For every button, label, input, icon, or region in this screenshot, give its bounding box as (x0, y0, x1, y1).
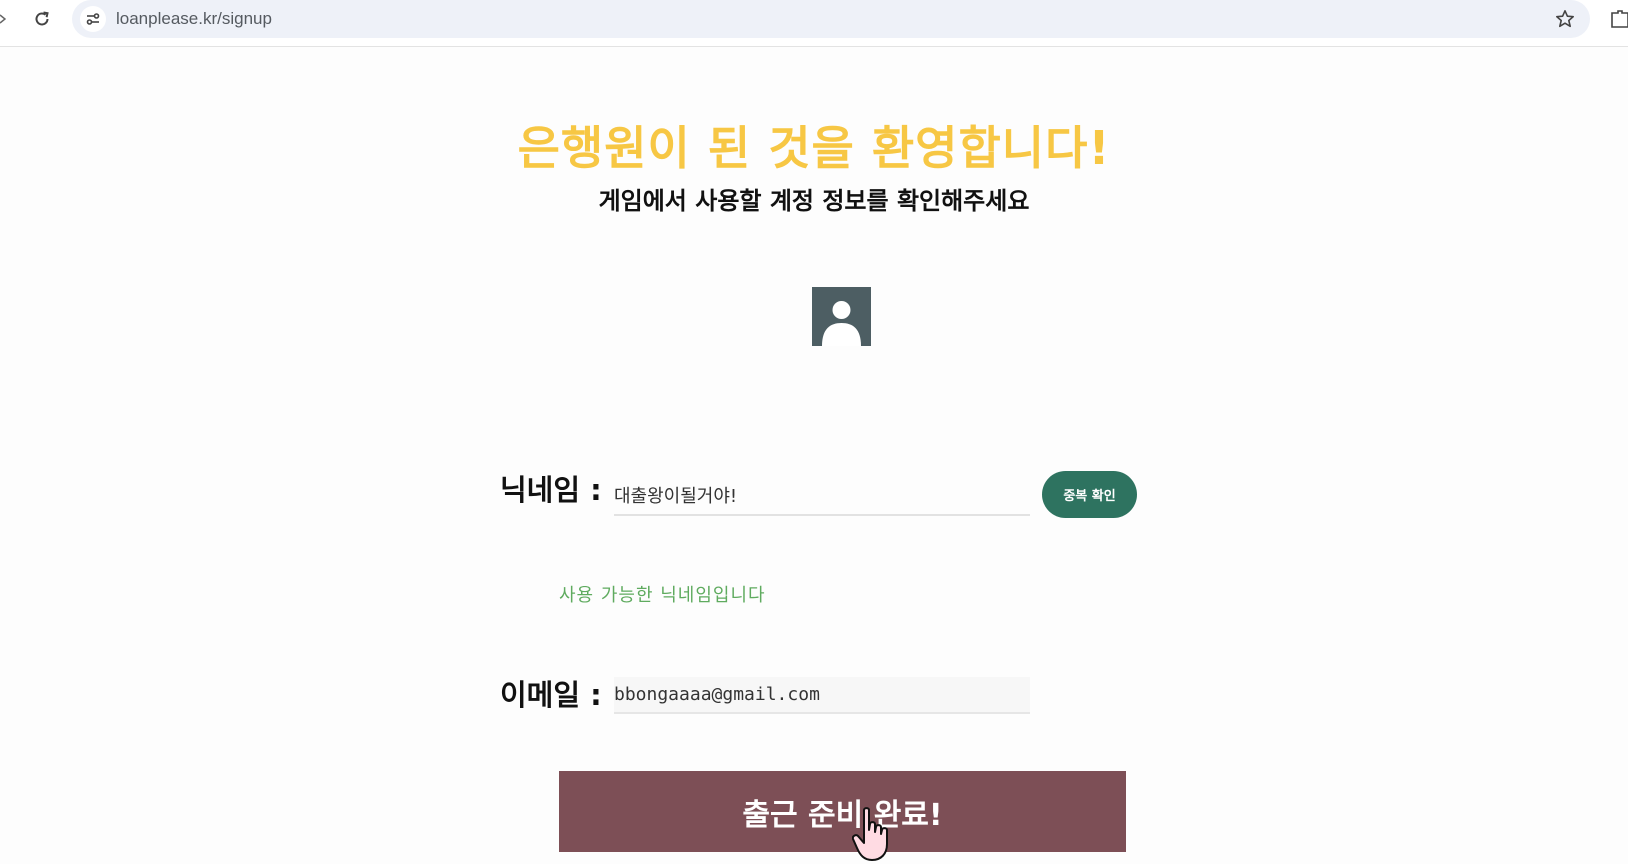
browser-toolbar: loanplease.kr/signup (0, 0, 1628, 47)
site-info-icon[interactable] (80, 6, 106, 32)
url-text[interactable]: loanplease.kr/signup (116, 9, 272, 29)
duplicate-check-button[interactable]: 중복 확인 (1042, 471, 1137, 518)
nickname-status-message: 사용 가능한 닉네임입니다 (559, 585, 766, 606)
page-title: 은행원이 된 것을 환영합니다! (517, 121, 1111, 175)
email-label: 이메일 : (500, 678, 602, 712)
nickname-label: 닉네임 : (500, 473, 602, 507)
back-arrow-icon[interactable] (0, 12, 6, 26)
star-icon[interactable] (1554, 8, 1576, 30)
address-bar[interactable]: loanplease.kr/signup (72, 0, 1590, 38)
signup-page: loanplease.kr/signup 은행원이 된 것을 환영합니다! 게임… (0, 0, 1628, 864)
email-input[interactable] (614, 677, 1030, 714)
page-subtitle: 게임에서 사용할 계정 정보를 확인해주세요 (598, 187, 1030, 215)
extension-icon[interactable] (1608, 9, 1628, 29)
hand-pointer-icon (852, 807, 888, 861)
nickname-input[interactable] (614, 475, 1030, 516)
submit-button[interactable]: 출근 준비 완료! (559, 771, 1126, 852)
user-avatar-icon (812, 287, 871, 346)
reload-icon[interactable] (32, 9, 52, 29)
